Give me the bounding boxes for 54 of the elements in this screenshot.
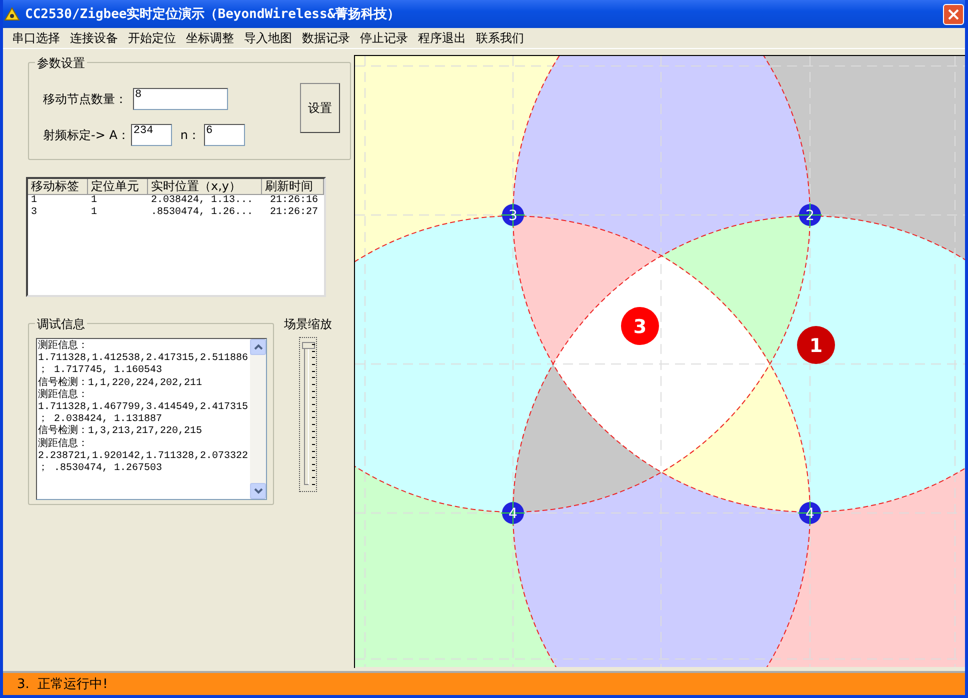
menu-item[interactable]: 坐标调整 [181,30,239,46]
field-label: n： [180,126,200,144]
log-line: 2.238721,1.920142,1.711328,2.073322 [38,450,250,463]
group-title: 参数设置 [35,55,87,72]
log-line: 1.711328,1.467799,3.414549,2.417315 [38,402,250,414]
menu-item[interactable]: 开始定位 [123,30,181,46]
table-cell-text: .8530474, 1.26... [150,207,254,219]
warning-triangle-icon [4,7,20,21]
menu-item[interactable]: 联系我们 [471,30,529,46]
column-header[interactable]: 刷新时间 [262,179,324,195]
status-text: 3. 正常运行中! [17,676,108,693]
log-line: 测距信息： [38,341,89,353]
a-value-field[interactable]: 234 [131,124,172,146]
menu-item[interactable]: 程序退出 [413,30,471,46]
field-label: 移动节点数量： [43,90,127,108]
close-icon [948,8,959,20]
window-title: CC2530/Zigbee实时定位演示（BeyondWireless&菁扬科技） [25,6,400,23]
table-cell-text: 1 [90,207,98,219]
log-line: 测距信息： [38,390,89,402]
scroll-up-icon[interactable] [250,339,266,355]
close-button[interactable] [943,4,964,24]
scroll-down-icon[interactable] [250,483,266,499]
log-line: 测距信息： [38,438,89,451]
menu-item[interactable]: 连接设备 [65,30,123,46]
menu-item[interactable]: 串口选择 [7,30,65,46]
zoom-label: 场景缩放 [284,316,332,333]
set-button[interactable]: 设置 [300,83,340,133]
menu-item[interactable]: 数据记录 [297,30,355,46]
column-header[interactable]: 实时位置（x,y） [148,179,262,195]
table-cell-text: 3 [30,207,38,219]
log-line: 信号检测：1,1,220,224,202,211 [38,378,204,389]
log-line: ； 1.717745, 1.160543 [38,365,164,376]
tag-marker[interactable]: 3 [621,307,659,345]
debug-log[interactable] [36,338,267,500]
table-cell-text: 1 [30,195,38,207]
menu-item[interactable]: 导入地图 [239,30,297,46]
field-label: 射频标定-> A： [43,126,130,144]
table-cell-text: 2.038424, 1.13... [150,195,254,207]
scrollbar[interactable] [250,339,266,499]
log-line: 1.711328,1.412538,2.417315,2.511886 [38,353,250,365]
table-cell-text: 1 [90,195,98,207]
n-value-field[interactable]: 6 [204,124,246,146]
table-cell-text: 21:26:16 [269,195,320,207]
log-line: ； 2.038424, 1.131887 [38,414,164,426]
group-title: 调试信息 [35,316,87,333]
tag-marker[interactable]: 1 [797,326,835,364]
column-header[interactable]: 定位单元 [88,179,148,195]
column-header[interactable]: 移动标签 [28,179,88,195]
log-line: 信号检测：1,3,213,217,220,215 [38,426,204,438]
log-line: ； .8530474, 1.267503 [38,463,164,476]
menu-item[interactable]: 停止记录 [355,30,413,46]
node-count-field[interactable]: 8 [133,88,228,110]
table-cell-text: 21:26:27 [269,207,320,219]
zoom-slider[interactable] [299,337,317,492]
